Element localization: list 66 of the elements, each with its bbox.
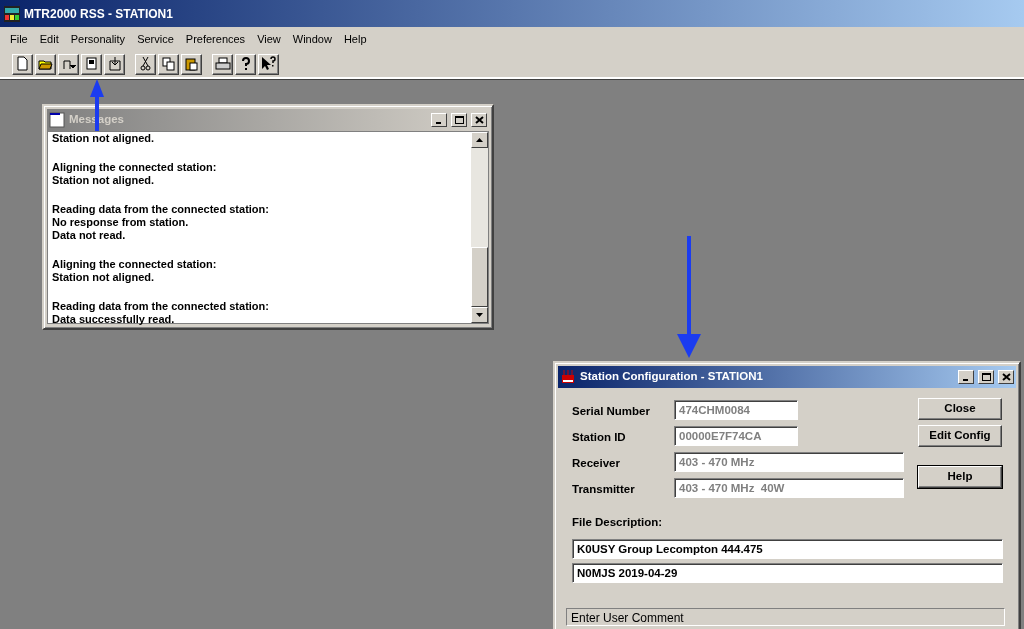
maximize-icon bbox=[981, 373, 991, 381]
field-label: Receiver bbox=[572, 455, 621, 471]
menu-item[interactable]: Help bbox=[337, 30, 373, 48]
printer-button[interactable] bbox=[212, 53, 233, 75]
field-label: Station ID bbox=[572, 429, 627, 445]
message-line: Aligning the connected station: bbox=[51, 258, 218, 271]
menu-item[interactable]: Service bbox=[131, 30, 180, 48]
download-button[interactable] bbox=[104, 53, 125, 75]
menu-item[interactable]: Preferences bbox=[179, 30, 252, 48]
scroll-thumb[interactable] bbox=[471, 247, 488, 307]
message-line: Station not aligned. bbox=[51, 132, 156, 145]
menu-item[interactable]: Edit bbox=[33, 30, 65, 48]
close-button[interactable] bbox=[471, 113, 487, 127]
new-file-button[interactable] bbox=[12, 53, 33, 75]
text-field[interactable]: N0MJS 2019-04-29 bbox=[572, 563, 1003, 584]
printer-icon bbox=[214, 56, 231, 72]
message-line: Reading data from the connected station: bbox=[51, 300, 270, 313]
message-line: Aligning the connected station: bbox=[51, 161, 218, 174]
scissors-icon bbox=[137, 56, 154, 72]
message-line: Station not aligned. bbox=[51, 271, 156, 284]
copy-button[interactable] bbox=[158, 53, 179, 75]
menu-item[interactable]: File bbox=[4, 30, 34, 48]
new-file-icon bbox=[14, 56, 31, 72]
open-folder-button[interactable] bbox=[35, 53, 56, 75]
text-field[interactable]: K0USY Group Lecompton 444.475 bbox=[572, 539, 1003, 560]
menu-item[interactable]: View bbox=[251, 30, 287, 48]
field-label: Transmitter bbox=[572, 481, 636, 497]
close-icon bbox=[474, 116, 484, 124]
messages-window-icon bbox=[49, 112, 65, 128]
window-title: Station Configuration - STATION1 bbox=[580, 369, 764, 385]
message-line: Data not read. bbox=[51, 229, 127, 242]
minimize-button[interactable] bbox=[431, 113, 447, 127]
paste-button[interactable] bbox=[181, 53, 202, 75]
close-icon bbox=[1001, 373, 1011, 381]
maximize-button[interactable] bbox=[978, 370, 994, 384]
paste-icon bbox=[183, 56, 200, 72]
message-line: Station not aligned. bbox=[51, 174, 156, 187]
maximize-icon bbox=[454, 116, 464, 124]
section-label: File Description: bbox=[572, 515, 664, 530]
field-label: Serial Number bbox=[572, 403, 651, 419]
menu-item[interactable]: Personality bbox=[64, 30, 132, 48]
station-icon bbox=[560, 369, 576, 385]
help-button[interactable] bbox=[235, 53, 256, 75]
copy-icon bbox=[160, 56, 177, 72]
minimize-button[interactable] bbox=[958, 370, 974, 384]
dialog-button[interactable]: Help bbox=[918, 466, 1002, 488]
close-button[interactable] bbox=[998, 370, 1014, 384]
context-help-icon bbox=[260, 56, 277, 72]
dialog-button[interactable]: Edit Config bbox=[918, 425, 1002, 447]
download-icon bbox=[106, 56, 123, 72]
window-title: MTR2000 RSS - STATION1 bbox=[24, 5, 173, 23]
message-line: Data successfully read. bbox=[51, 313, 176, 326]
document-icon bbox=[83, 56, 100, 72]
menu-item[interactable]: Window bbox=[286, 30, 338, 48]
dialog-button[interactable]: Close bbox=[918, 398, 1002, 420]
document-button[interactable] bbox=[81, 53, 102, 75]
scroll-up-icon bbox=[476, 138, 483, 142]
status-bar: Enter User Comment bbox=[566, 608, 1005, 626]
scrollbar[interactable] bbox=[471, 132, 488, 323]
message-line: Reading data from the connected station: bbox=[51, 203, 270, 216]
message-line: No response from station. bbox=[51, 216, 190, 229]
app-logo-icon bbox=[4, 5, 20, 22]
scissors-button[interactable] bbox=[135, 53, 156, 75]
maximize-button[interactable] bbox=[451, 113, 467, 127]
context-help-button[interactable] bbox=[258, 53, 279, 75]
scroll-down-icon bbox=[476, 313, 483, 317]
